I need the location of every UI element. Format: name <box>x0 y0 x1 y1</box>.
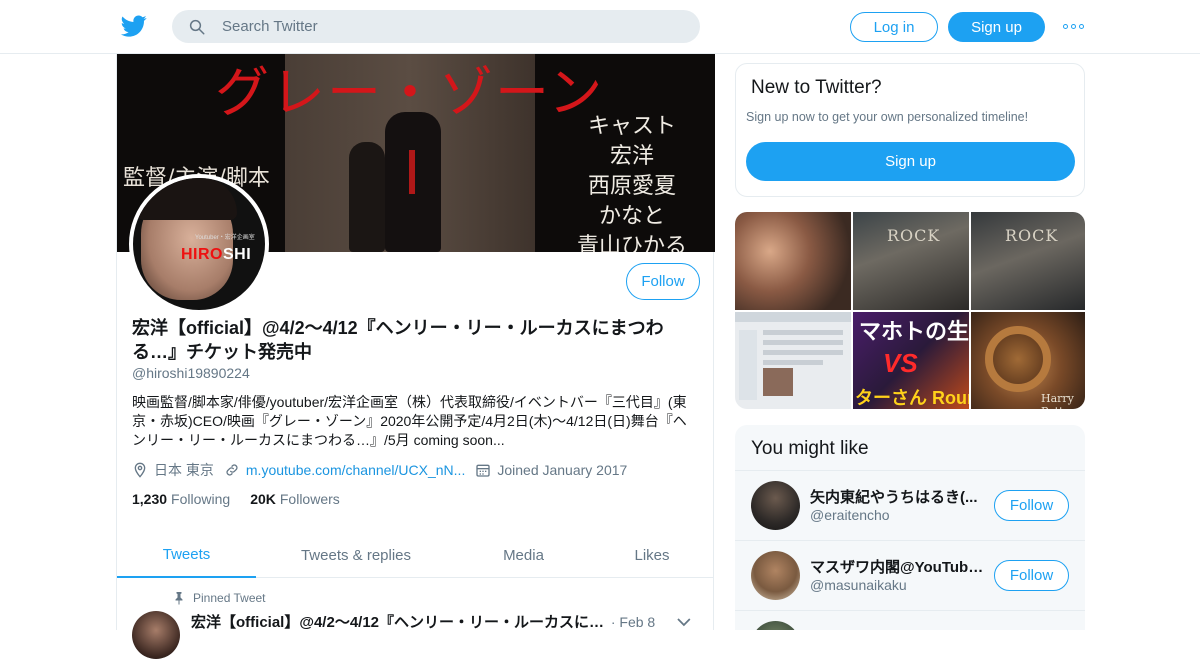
followers-stat[interactable]: 20K Followers <box>250 491 340 507</box>
profile-avatar[interactable]: Youtuber・宏洋企画室 HIROSHI <box>129 174 269 314</box>
search-box[interactable] <box>172 10 700 43</box>
tab-tweets[interactable]: Tweets <box>117 533 256 578</box>
new-to-twitter-text: Sign up now to get your own personalized… <box>746 110 1029 124</box>
profile-url[interactable]: m.youtube.com/channel/UCX_nN... <box>246 462 465 478</box>
link-icon <box>226 464 238 476</box>
pin-icon <box>175 592 183 605</box>
chevron-down-icon[interactable] <box>677 617 691 627</box>
suggestion-name[interactable]: マスザワ内閣@YouTube... <box>810 556 988 577</box>
follow-button[interactable]: Follow <box>994 560 1069 591</box>
media-thumb[interactable]: マホトの生 VS ターさん Roun <box>853 312 969 409</box>
profile-tabs: Tweets Tweets & replies Media Likes <box>117 533 713 578</box>
profile-meta: 日本 東京 m.youtube.com/channel/UCX_nN... Jo… <box>132 459 637 481</box>
media-thumb[interactable]: ROCK <box>971 212 1085 310</box>
pinned-label: Pinned Tweet <box>173 591 266 605</box>
follow-button[interactable]: Follow <box>994 490 1069 521</box>
signup-big-button[interactable]: Sign up <box>746 142 1075 181</box>
more-dots-icon[interactable] <box>1063 18 1087 34</box>
suggestion-item[interactable]: マスザワ内閣@YouTube... @masunaikaku Follow <box>735 541 1085 611</box>
search-input[interactable] <box>222 10 682 43</box>
profile-stats: 1,230 Following 20K Followers <box>132 491 360 507</box>
calendar-icon <box>476 464 491 477</box>
you-might-like-card: You might like 矢内東紀やうちはるき(... @eraitench… <box>735 425 1085 630</box>
avatar[interactable] <box>751 481 800 530</box>
tab-media[interactable]: Media <box>456 533 591 578</box>
avatar-subtitle: Youtuber・宏洋企画室 <box>195 235 255 241</box>
profile-handle[interactable]: @hiroshi19890224 <box>132 365 250 381</box>
media-thumb[interactable]: Harry Potter <box>971 312 1085 409</box>
suggestion-name[interactable]: 矢内東紀やうちはるき(... <box>810 486 988 507</box>
media-thumb[interactable] <box>735 312 851 409</box>
location-icon <box>134 462 146 478</box>
banner-cast: キャスト 宏洋 西原愛夏 かなと 青山ひかる <box>577 114 688 252</box>
top-nav: Log in Sign up <box>0 0 1200 54</box>
profile-bio: 映画監督/脚本家/俳優/youtuber/宏洋企画室（株）代表取締役/イベントバ… <box>132 394 687 448</box>
search-icon <box>189 19 205 35</box>
profile-name: 宏洋【official】@4/2〜4/12『ヘンリー・リー・ルーカスにまつわる…… <box>132 318 664 362</box>
profile-location: 日本 東京 <box>154 462 214 478</box>
twitter-bird-icon[interactable] <box>120 13 148 39</box>
tweet-author-name[interactable]: 宏洋【official】@4/2〜4/12『ヘンリー・リー・ルーカスにま... <box>191 611 605 632</box>
avatar[interactable] <box>751 621 800 630</box>
avatar-brand: HIROSHI <box>181 246 252 263</box>
media-thumb[interactable] <box>735 212 851 310</box>
new-to-twitter-heading: New to Twitter? <box>751 77 882 98</box>
signup-button[interactable]: Sign up <box>948 12 1045 42</box>
login-button[interactable]: Log in <box>850 12 938 42</box>
media-thumb[interactable]: ROCK <box>853 212 969 310</box>
media-grid: ROCK ROCK マホトの生 VS ターさん Roun Harry Potte… <box>735 212 1085 409</box>
you-might-like-heading: You might like <box>751 438 869 459</box>
banner-figure-woman <box>349 142 385 252</box>
tweet-avatar[interactable] <box>132 611 180 659</box>
profile-joined: Joined January 2017 <box>497 462 628 478</box>
tab-likes[interactable]: Likes <box>591 533 713 578</box>
tweet-date[interactable]: · Feb 8 <box>611 614 655 630</box>
tab-tweets-replies[interactable]: Tweets & replies <box>256 533 456 578</box>
suggestion-handle: @masunaikaku <box>810 577 907 593</box>
banner-title: グレー・ゾーン <box>215 61 605 124</box>
profile-column: グレー・ゾーン 監督/主演/脚本 キャスト 宏洋 西原愛夏 かなと 青山ひかる … <box>116 54 715 659</box>
avatar[interactable] <box>751 551 800 600</box>
suggestion-item[interactable]: 矢内東紀やうちはるき(... @eraitencho Follow <box>735 471 1085 541</box>
pinned-tweet-header: 宏洋【official】@4/2〜4/12『ヘンリー・リー・ルーカスにま... … <box>191 611 691 632</box>
suggestion-handle: @eraitencho <box>810 507 890 523</box>
following-stat[interactable]: 1,230 Following <box>132 491 230 507</box>
new-to-twitter-card: New to Twitter? Sign up now to get your … <box>735 63 1085 197</box>
suggestion-item[interactable] <box>735 611 1085 630</box>
follow-button[interactable]: Follow <box>626 263 700 300</box>
